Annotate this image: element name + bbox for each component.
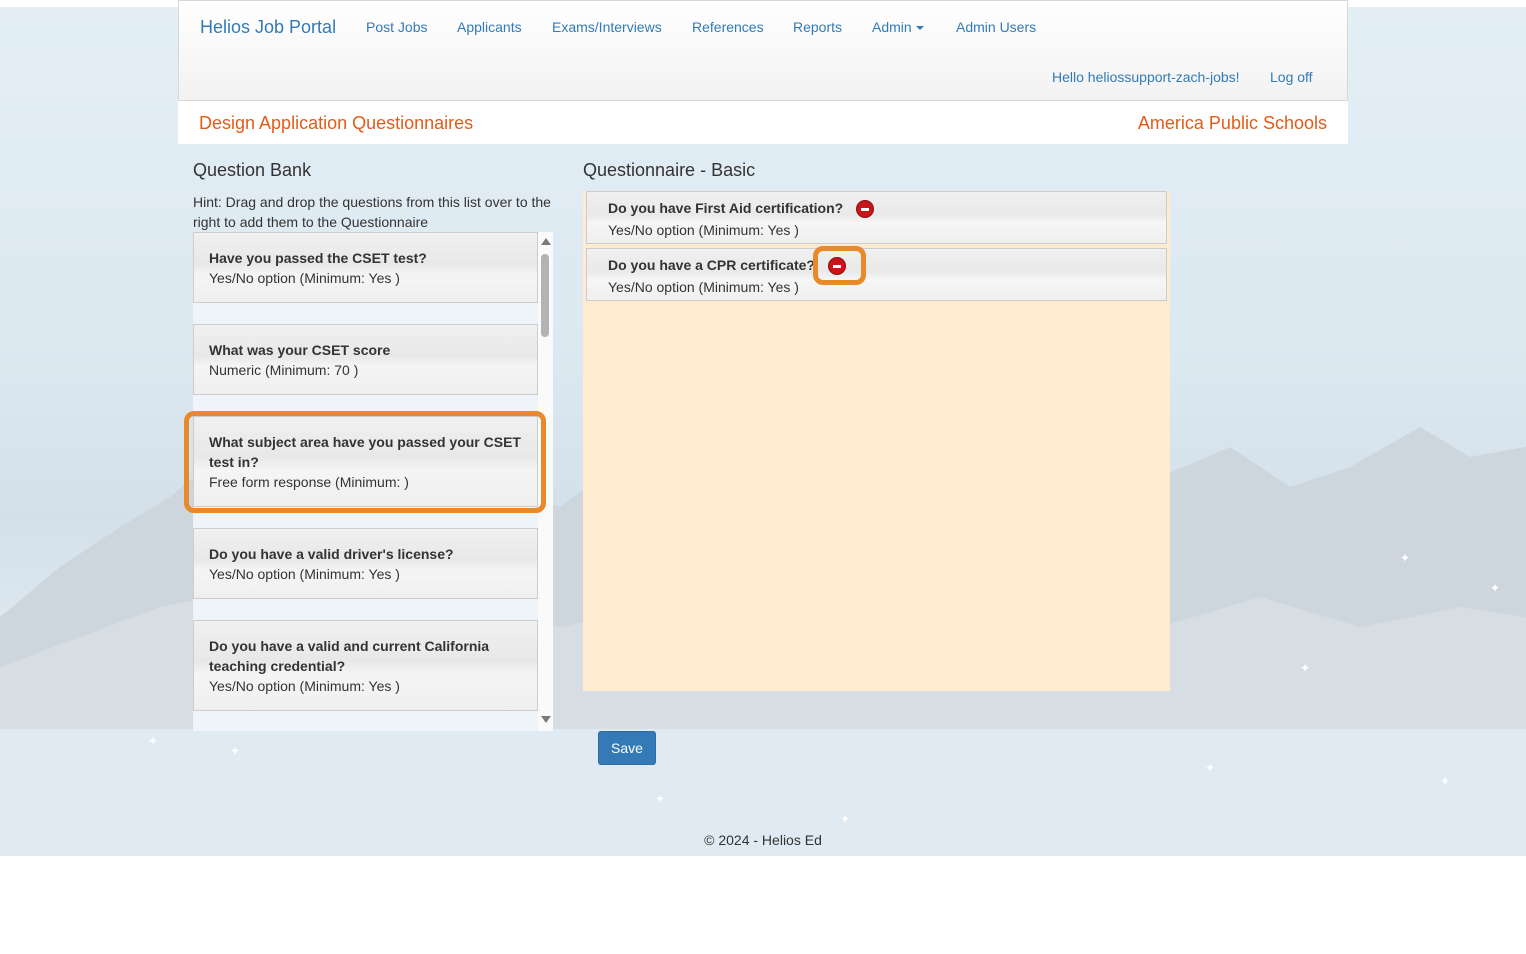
nav-admin-users[interactable]: Admin Users — [956, 19, 1036, 35]
nav-exams-interviews[interactable]: Exams/Interviews — [552, 19, 662, 35]
nav-applicants[interactable]: Applicants — [457, 19, 522, 35]
question-bank-hint: Hint: Drag and drop the questions from t… — [193, 194, 551, 230]
question-bank-item[interactable]: What was your CSET score Numeric (Minimu… — [193, 324, 538, 395]
highlight-frame — [184, 411, 546, 513]
footer-copyright: © 2024 - Helios Ed — [704, 832, 822, 848]
top-navbar: Helios Job Portal Post Jobs Applicants E… — [178, 0, 1348, 101]
question-title: What was your CSET score — [209, 342, 391, 358]
sparkle-icon: ✦ — [840, 812, 851, 826]
question-bank-item[interactable]: Have you passed the CSET test? Yes/No op… — [193, 232, 538, 303]
sparkle-icon: ✦ — [1490, 581, 1501, 595]
brand-link[interactable]: Helios Job Portal — [200, 17, 336, 38]
sparkle-icon: ✦ — [148, 734, 159, 748]
question-title: Do you have a valid and current Californ… — [209, 638, 490, 674]
nav-admin-dropdown[interactable]: Admin — [872, 19, 924, 35]
sparkle-icon: ✦ — [1400, 551, 1411, 565]
question-title: Have you passed the CSET test? — [209, 250, 427, 266]
scroll-up-icon[interactable] — [541, 238, 551, 245]
remove-question-icon[interactable] — [856, 200, 874, 218]
sparkle-icon: ✦ — [655, 792, 666, 806]
questionnaire-title: Questionnaire - Basic — [583, 160, 756, 180]
question-title: Do you have a CPR certificate? — [608, 257, 815, 273]
question-detail: Numeric (Minimum: 70 ) — [209, 362, 359, 378]
sparkle-icon: ✦ — [1300, 661, 1311, 675]
nav-post-jobs[interactable]: Post Jobs — [366, 19, 427, 35]
caret-down-icon — [915, 26, 924, 31]
questionnaire-item[interactable]: Do you have First Aid certification? Yes… — [586, 191, 1167, 244]
user-greeting-link[interactable]: Hello heliossupport-zach-jobs! — [1052, 69, 1240, 85]
highlight-frame — [813, 246, 866, 285]
question-detail: Yes/No option (Minimum: Yes ) — [608, 222, 799, 238]
question-title: Do you have First Aid certification? — [608, 200, 844, 216]
questionnaire-dropzone[interactable]: Do you have First Aid certification? Yes… — [583, 191, 1170, 691]
nav-reports[interactable]: Reports — [793, 19, 842, 35]
question-detail: Yes/No option (Minimum: Yes ) — [209, 566, 400, 582]
question-bank-title: Question Bank — [193, 160, 312, 180]
scrollbar-thumb[interactable] — [541, 254, 549, 337]
logoff-link[interactable]: Log off — [1270, 69, 1313, 85]
page-subheader: Design Application Questionnaires Americ… — [178, 101, 1348, 144]
sparkle-icon: ✦ — [1205, 761, 1216, 775]
question-title: Do you have a valid driver's license? — [209, 546, 454, 562]
questionnaire-item[interactable]: Do you have a CPR certificate? Yes/No op… — [586, 248, 1167, 301]
question-detail: Yes/No option (Minimum: Yes ) — [608, 279, 799, 295]
question-detail: Yes/No option (Minimum: Yes ) — [209, 678, 400, 694]
question-bank-item[interactable]: Do you have a valid driver's license? Ye… — [193, 528, 538, 599]
sparkle-icon: ✦ — [230, 744, 241, 758]
sparkle-icon: ✦ — [1440, 774, 1451, 788]
question-detail: Yes/No option (Minimum: Yes ) — [209, 270, 400, 286]
page-title: Design Application Questionnaires — [199, 113, 474, 133]
organization-name: America Public Schools — [1137, 113, 1327, 133]
question-bank-item[interactable]: Do you have a valid and current Californ… — [193, 620, 538, 711]
nav-references[interactable]: References — [692, 19, 764, 35]
nav-admin-label: Admin — [872, 19, 912, 35]
scroll-down-icon[interactable] — [541, 716, 551, 723]
save-button[interactable]: Save — [598, 731, 656, 765]
